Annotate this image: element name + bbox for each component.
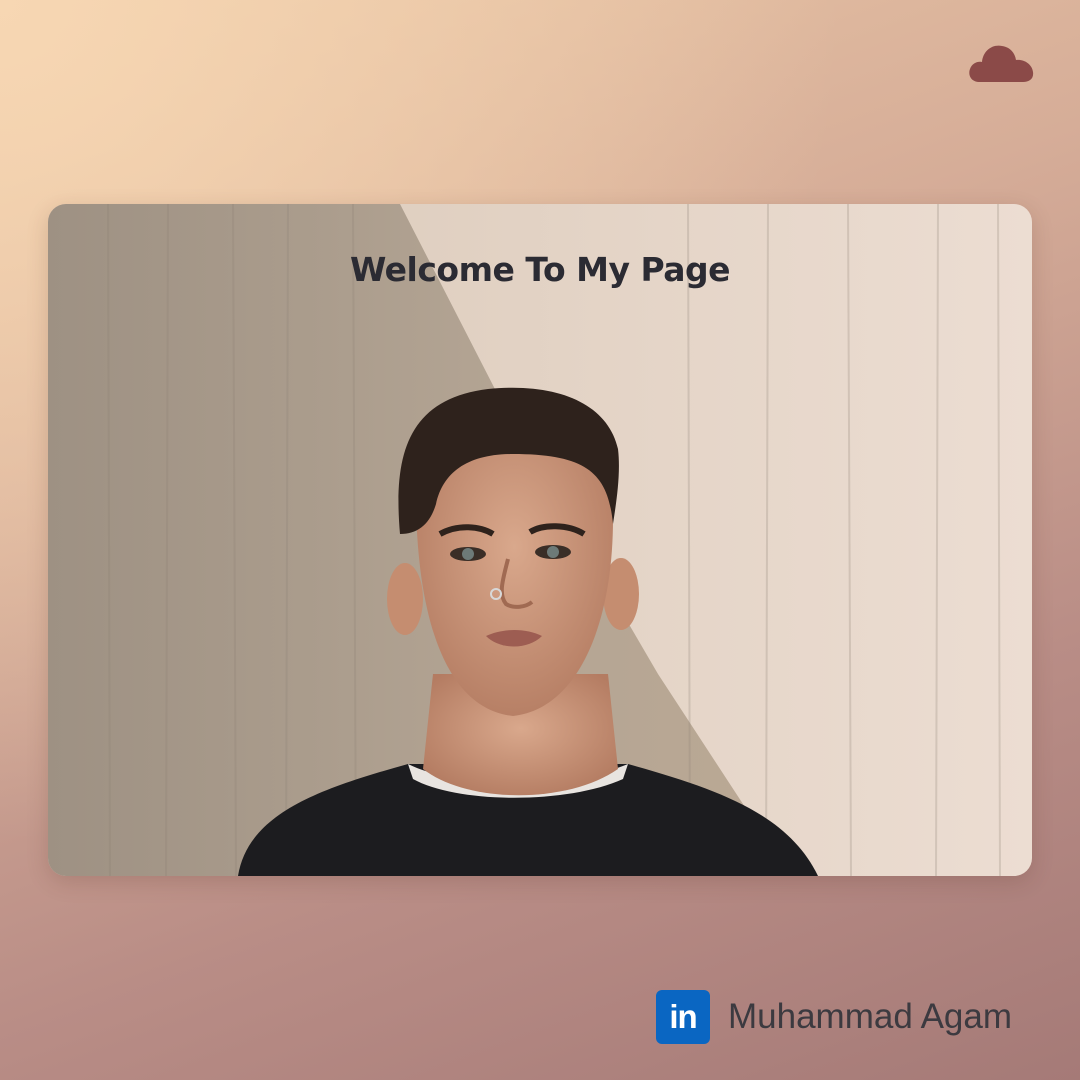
author-name: Muhammad Agam bbox=[728, 997, 1013, 1036]
hero-card: Welcome To My Page bbox=[48, 204, 1032, 876]
linkedin-icon[interactable]: in bbox=[656, 990, 710, 1044]
author-credit[interactable]: in Muhammad Agam bbox=[656, 990, 1012, 1044]
portrait-photo bbox=[48, 204, 1032, 876]
cloud-icon bbox=[969, 45, 1034, 82]
page-title: Welcome To My Page bbox=[349, 250, 731, 289]
